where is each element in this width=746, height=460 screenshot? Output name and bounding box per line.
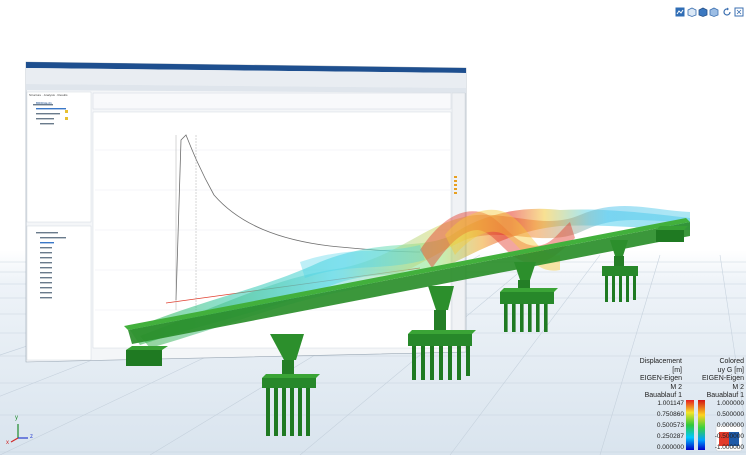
embedded-tab: Analysis: [43, 93, 55, 97]
legend-right-value: 0.500000: [716, 411, 744, 418]
axis-label-x: x: [6, 440, 9, 446]
legend-left-value: 0.750860: [656, 411, 684, 418]
legend-left-line: Displacement: [639, 358, 682, 365]
legend-left-value: 0.000000: [656, 444, 684, 451]
legend-right-line: uy G [m]: [717, 366, 744, 374]
rotate-icon[interactable]: [722, 4, 732, 16]
legend-left-line: M 2: [670, 383, 682, 391]
view-iso-icon[interactable]: [709, 4, 719, 17]
legend-left-line: EIGEN-Eigen: [639, 375, 682, 383]
legend-left-value: 1.001147: [657, 400, 684, 407]
axis-label-y: y: [15, 415, 18, 421]
embedded-tree-root: BRIDGE-01: [36, 101, 52, 105]
3d-viewport[interactable]: y z x Displacement [m] EIGEN-Eigen M 2 B…: [0, 0, 746, 456]
legend-right-value: -1.000000: [714, 444, 744, 451]
view-box-icon[interactable]: [687, 4, 697, 17]
embedded-tab: Structure: [29, 93, 42, 97]
embedded-tab: Results: [57, 93, 68, 97]
legend-right-line: Colored: [719, 358, 744, 365]
legend-left-value: 0.250287: [656, 433, 684, 440]
legend-left-line: [m]: [672, 366, 682, 374]
legend-right-value: 0.000000: [716, 422, 744, 429]
snapshot-icon[interactable]: [675, 4, 685, 17]
view-cube-icon[interactable]: [698, 4, 708, 17]
legend-right-header: Colored uy G [m] EIGEN-Eigen M 2 Bauabla…: [684, 358, 744, 401]
embedded-sidebar-tabs: Structure · Analysis · Results: [29, 93, 68, 97]
axis-label-z: z: [30, 434, 33, 440]
legend-left-header: Displacement [m] EIGEN-Eigen M 2 Bauabla…: [622, 358, 682, 401]
legend-right-value: -0.500000: [714, 433, 744, 440]
legend-color-bar-left: [686, 400, 694, 450]
legend-right-line: EIGEN-Eigen: [701, 375, 744, 383]
legend-left-value: 0.500573: [656, 422, 684, 429]
fullscreen-icon[interactable]: [734, 4, 744, 17]
legend-right-value: 1.000000: [716, 400, 744, 407]
legend-right-line: M 2: [732, 383, 744, 391]
